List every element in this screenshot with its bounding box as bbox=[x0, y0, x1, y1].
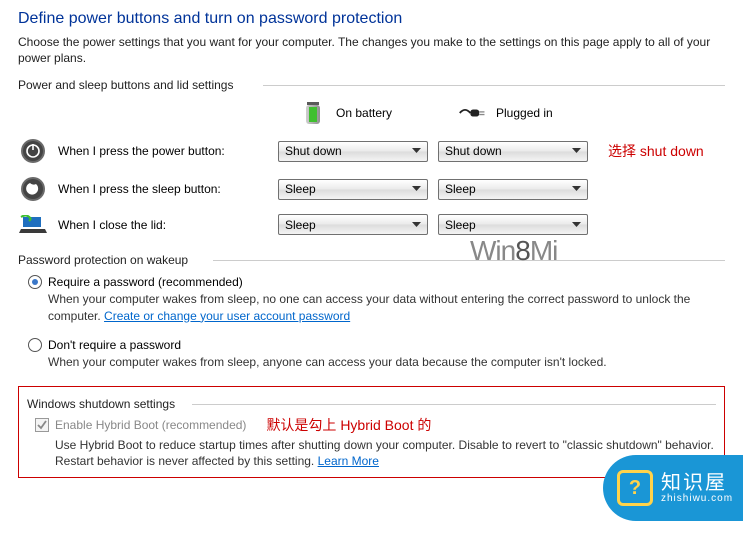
require-password-label: Require a password (recommended) bbox=[48, 275, 243, 289]
combo-value: Shut down bbox=[285, 144, 342, 158]
power-button-label: When I press the power button: bbox=[58, 144, 268, 158]
power-plugged-combo[interactable]: Shut down bbox=[438, 141, 588, 162]
combo-value: Shut down bbox=[445, 144, 502, 158]
hybrid-boot-checkbox[interactable] bbox=[35, 418, 49, 432]
lid-icon bbox=[18, 215, 48, 235]
site-badge: ? 知识屋 zhishiwu.com bbox=[603, 455, 743, 521]
annotation-shutdown: 选择 shut down bbox=[608, 141, 704, 161]
plug-icon bbox=[458, 104, 488, 122]
require-password-radio[interactable] bbox=[28, 275, 42, 289]
logo-icon: ? bbox=[617, 470, 653, 506]
sleep-battery-combo[interactable]: Sleep bbox=[278, 179, 428, 200]
lid-label: When I close the lid: bbox=[58, 218, 268, 232]
annotation-hybrid: 默认是勾上 Hybrid Boot 的 bbox=[266, 415, 431, 435]
chevron-down-icon bbox=[408, 144, 425, 159]
dont-require-password-label: Don't require a password bbox=[48, 338, 181, 352]
chevron-down-icon bbox=[568, 144, 585, 159]
power-battery-combo[interactable]: Shut down bbox=[278, 141, 428, 162]
group-password-protection: Password protection on wakeup bbox=[18, 253, 725, 267]
require-password-desc: When your computer wakes from sleep, no … bbox=[48, 291, 725, 323]
badge-url: zhishiwu.com bbox=[661, 493, 733, 504]
combo-value: Sleep bbox=[285, 218, 316, 232]
page-subtitle: Choose the power settings that you want … bbox=[18, 34, 725, 66]
combo-value: Sleep bbox=[285, 182, 316, 196]
learn-more-link[interactable]: Learn More bbox=[318, 454, 379, 468]
chevron-down-icon bbox=[408, 182, 425, 197]
page-title: Define power buttons and turn on passwor… bbox=[18, 10, 725, 28]
lid-plugged-combo[interactable]: Sleep bbox=[438, 214, 588, 235]
chevron-down-icon bbox=[568, 217, 585, 232]
column-label: On battery bbox=[336, 106, 392, 120]
group-power-sleep-lid: Power and sleep buttons and lid settings bbox=[18, 78, 725, 92]
dont-require-password-desc: When your computer wakes from sleep, any… bbox=[48, 354, 725, 370]
chevron-down-icon bbox=[568, 182, 585, 197]
hybrid-boot-label: Enable Hybrid Boot (recommended) bbox=[55, 418, 246, 432]
power-button-icon bbox=[18, 138, 48, 164]
combo-value: Sleep bbox=[445, 218, 476, 232]
chevron-down-icon bbox=[408, 217, 425, 232]
battery-icon bbox=[298, 100, 328, 126]
column-header-plugged: Plugged in bbox=[458, 104, 618, 122]
sleep-button-label: When I press the sleep button: bbox=[58, 182, 268, 196]
lid-battery-combo[interactable]: Sleep bbox=[278, 214, 428, 235]
sleep-button-icon bbox=[18, 176, 48, 202]
column-label: Plugged in bbox=[496, 106, 553, 120]
create-account-password-link[interactable]: Create or change your user account passw… bbox=[104, 309, 350, 323]
group-shutdown-settings: Windows shutdown settings bbox=[27, 397, 716, 411]
sleep-plugged-combo[interactable]: Sleep bbox=[438, 179, 588, 200]
column-header-battery: On battery bbox=[298, 100, 458, 126]
dont-require-password-radio[interactable] bbox=[28, 338, 42, 352]
combo-value: Sleep bbox=[445, 182, 476, 196]
badge-title: 知识屋 bbox=[661, 473, 733, 493]
